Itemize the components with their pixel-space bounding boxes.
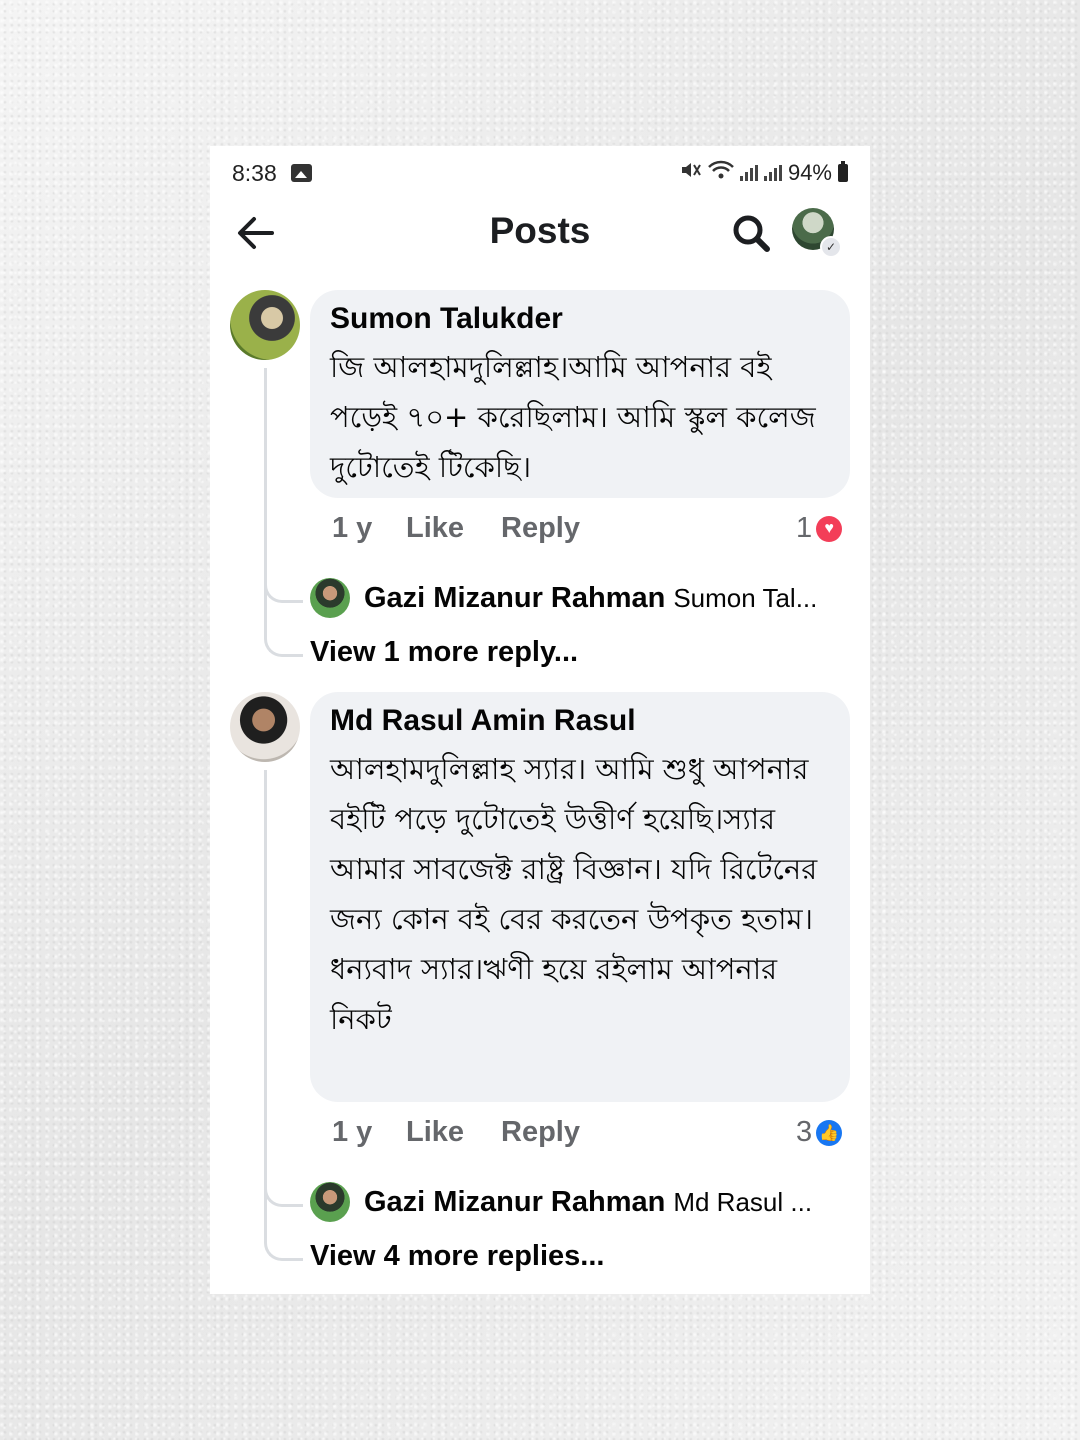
wifi-icon — [708, 160, 734, 186]
reply-author: Gazi Mizanur Rahman — [364, 1185, 666, 1218]
comment-author[interactable]: Md Rasul Amin Rasul — [330, 704, 636, 738]
reaction-summary[interactable]: 1 ♥ — [796, 512, 843, 545]
avatar-sumon-talukder[interactable] — [230, 290, 300, 360]
thread-line — [264, 368, 267, 636]
battery-icon — [838, 161, 848, 182]
reply-avatar — [310, 1182, 350, 1222]
comment-text: আলহামদুলিল্লাহ স্যার। আমি শুধু আপনার বইট… — [330, 752, 818, 1036]
thumbs-up-icon: 👍 — [816, 1119, 843, 1146]
search-button[interactable] — [730, 208, 776, 258]
reply-preview[interactable]: Gazi Mizanur Rahman Sumon Tal... — [310, 576, 850, 620]
status-bar: 8:38 94% — [210, 146, 870, 202]
reply-button[interactable]: Reply — [501, 512, 580, 545]
heart-icon: ♥ — [816, 515, 843, 542]
reply-author: Gazi Mizanur Rahman — [364, 581, 666, 614]
profile-button[interactable]: ✓ — [792, 208, 842, 258]
reply-snippet: Sumon Tal... — [673, 582, 818, 613]
top-bar: Posts ✓ — [210, 202, 870, 266]
comment-time: 1 y — [332, 512, 373, 544]
view-more-replies-button[interactable]: View 1 more reply... — [310, 636, 578, 669]
reaction-count: 3 — [796, 1116, 813, 1148]
reply-connector — [264, 566, 303, 603]
avatar-md-rasul-amin-rasul[interactable] — [230, 692, 300, 762]
phone-screen: 8:38 94% Posts ✓ Sumon Talukder জি আলহাম… — [210, 146, 870, 1294]
reply-preview[interactable]: Gazi Mizanur Rahman Md Rasul ... — [310, 1180, 850, 1224]
reply-snippet: Md Rasul ... — [673, 1186, 813, 1217]
battery-percent: 94% — [787, 160, 832, 185]
comment-bubble: Sumon Talukder জি আলহামদুলিল্লাহ।আমি আপন… — [310, 290, 850, 498]
comment-author[interactable]: Sumon Talukder — [330, 302, 563, 336]
reply-button[interactable]: Reply — [501, 1116, 580, 1149]
view-more-connector — [264, 1220, 303, 1261]
reaction-count: 1 — [796, 512, 813, 544]
like-button[interactable]: Like — [406, 1116, 464, 1149]
chevron-down-icon: ✓ — [820, 236, 842, 258]
reply-avatar — [310, 578, 350, 618]
comment-time: 1 y — [332, 1116, 373, 1148]
signal-icon — [739, 165, 758, 181]
status-time: 8:38 — [232, 160, 277, 186]
view-more-connector — [264, 616, 303, 657]
reaction-summary[interactable]: 3 👍 — [796, 1116, 843, 1149]
reply-connector — [264, 1170, 303, 1207]
mute-icon — [680, 160, 702, 186]
gallery-icon — [291, 164, 312, 182]
comment-bubble: Md Rasul Amin Rasul আলহামদুলিল্লাহ স্যার… — [310, 692, 850, 1102]
status-icons: 94% — [680, 160, 848, 186]
view-more-replies-button[interactable]: View 4 more replies... — [310, 1240, 604, 1273]
search-icon — [733, 215, 770, 252]
signal-icon-2 — [763, 165, 782, 181]
comment-text: জি আলহামদুলিল্লাহ।আমি আপনার বই পড়েই ৭০+… — [330, 350, 816, 484]
like-button[interactable]: Like — [406, 512, 464, 545]
